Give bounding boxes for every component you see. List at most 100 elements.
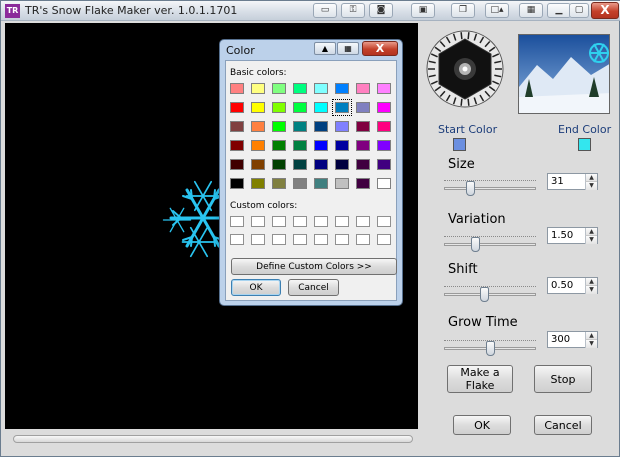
basic-color-swatch[interactable] [230,159,244,170]
make-flake-button[interactable]: Make a Flake [447,365,513,393]
custom-color-swatch[interactable] [230,216,244,227]
shift-slider[interactable] [444,286,536,302]
spin-up-icon[interactable]: ▲ [585,332,597,340]
basic-color-swatch[interactable] [293,83,307,94]
basic-color-swatch[interactable] [293,159,307,170]
basic-color-swatch[interactable] [272,83,286,94]
flake-dial[interactable] [425,29,505,109]
basic-color-swatch[interactable] [314,83,328,94]
spin-up-icon[interactable]: ▲ [585,174,597,182]
color-ok-button[interactable]: OK [231,279,281,296]
basic-color-swatch[interactable] [230,83,244,94]
custom-color-swatch[interactable] [272,234,286,245]
custom-color-swatch[interactable] [314,234,328,245]
basic-color-swatch[interactable] [377,159,391,170]
size-spinner[interactable]: 31 ▲ ▼ [547,173,598,190]
basic-color-swatch[interactable] [377,140,391,151]
custom-color-swatch[interactable] [272,216,286,227]
basic-color-swatch[interactable] [314,159,328,170]
basic-color-swatch[interactable] [356,121,370,132]
slider-thumb[interactable] [486,341,495,356]
basic-color-swatch[interactable] [314,102,328,113]
horizontal-scrollbar[interactable] [13,435,413,443]
custom-color-swatch[interactable] [377,216,391,227]
basic-color-swatch[interactable] [230,121,244,132]
basic-color-swatch[interactable] [356,178,370,189]
basic-color-swatch[interactable] [377,121,391,132]
define-custom-colors-button[interactable]: Define Custom Colors >> [231,258,397,275]
basic-color-swatch[interactable] [293,102,307,113]
basic-color-swatch[interactable] [356,159,370,170]
custom-color-swatch[interactable] [293,216,307,227]
slider-thumb[interactable] [466,181,475,196]
basic-color-swatch[interactable] [377,102,391,113]
basic-color-swatch[interactable] [272,159,286,170]
basic-color-swatch[interactable] [356,83,370,94]
minimize-icon[interactable]: ▁ [547,3,571,18]
spin-down-icon[interactable]: ▼ [585,236,597,244]
cancel-button[interactable]: Cancel [534,415,592,435]
slider-thumb[interactable] [471,237,480,252]
grow-time-value[interactable]: 300 [551,334,570,345]
custom-color-swatch[interactable] [335,216,349,227]
basic-color-swatch[interactable] [272,178,286,189]
start-color-swatch[interactable] [453,138,466,151]
custom-color-swatch[interactable] [251,234,265,245]
custom-color-swatch[interactable] [356,216,370,227]
custom-color-swatch[interactable] [356,234,370,245]
basic-color-swatch[interactable] [293,178,307,189]
monitor-icon[interactable]: ▭ [313,3,337,18]
basic-color-swatch[interactable] [335,121,349,132]
basic-color-swatch[interactable] [377,83,391,94]
variation-slider[interactable] [444,236,536,252]
basic-color-swatch[interactable] [272,121,286,132]
shift-spinner[interactable]: 0.50 ▲ ▼ [547,277,598,294]
basic-color-swatch[interactable] [332,99,352,116]
spin-up-icon[interactable]: ▲ [585,228,597,236]
custom-color-swatch[interactable] [293,234,307,245]
size-slider[interactable] [444,180,536,196]
custom-color-swatch[interactable] [251,216,265,227]
basic-color-swatch[interactable] [251,83,265,94]
basic-color-swatch[interactable] [314,140,328,151]
basic-color-swatch[interactable] [272,140,286,151]
grow-time-slider[interactable] [444,340,536,356]
camera-icon[interactable]: ◙ [369,3,393,18]
basic-color-swatch[interactable] [251,102,265,113]
basic-color-swatch[interactable] [314,121,328,132]
custom-color-swatch[interactable] [335,234,349,245]
shift-value[interactable]: 0.50 [551,280,573,291]
basic-color-swatch[interactable] [335,83,349,94]
slider-thumb[interactable] [480,287,489,302]
custom-color-swatch[interactable] [230,234,244,245]
basic-color-swatch[interactable] [251,121,265,132]
basic-color-swatch[interactable] [356,140,370,151]
basic-color-swatch[interactable] [356,102,370,113]
spin-up-icon[interactable]: ▲ [585,278,597,286]
basic-color-swatch[interactable] [230,178,244,189]
basic-color-swatch[interactable] [230,140,244,151]
tray-icon[interactable]: ▦ [519,3,543,18]
grow-time-spinner[interactable]: 300 ▲ ▼ [547,331,598,348]
basic-color-swatch[interactable] [293,140,307,151]
window-up-icon[interactable]: □▴ [485,3,509,18]
basic-color-swatch[interactable] [335,159,349,170]
basic-color-swatch[interactable] [230,102,244,113]
variation-value[interactable]: 1.50 [551,230,573,241]
basic-color-swatch[interactable] [251,140,265,151]
basic-color-swatch[interactable] [272,102,286,113]
custom-color-swatch[interactable] [314,216,328,227]
basic-color-swatch[interactable] [335,178,349,189]
windows-icon[interactable]: ❐ [451,3,475,18]
variation-spinner[interactable]: 1.50 ▲ ▼ [547,227,598,244]
lock-icon[interactable]: ⚿ [341,3,365,18]
custom-color-swatch[interactable] [377,234,391,245]
basic-color-swatch[interactable] [377,178,391,189]
end-color-swatch[interactable] [578,138,591,151]
basic-color-swatch[interactable] [335,140,349,151]
screenshot-icon[interactable]: ▣ [411,3,435,18]
tray-icon[interactable]: ▦ [337,42,359,55]
color-dialog-close-button[interactable]: X [362,41,398,56]
basic-color-swatch[interactable] [251,159,265,170]
size-value[interactable]: 31 [551,176,564,187]
